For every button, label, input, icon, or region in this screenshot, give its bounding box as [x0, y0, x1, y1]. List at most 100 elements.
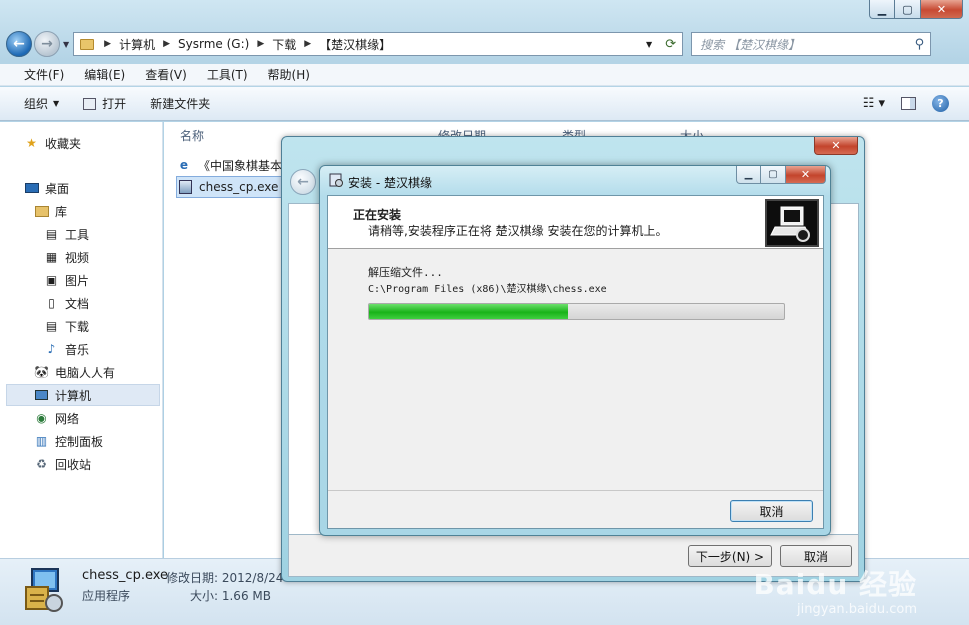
file-name: 《中国象棋基本	[198, 158, 283, 173]
menu-bar: 文件(F) 编辑(E) 查看(V) 工具(T) 帮助(H)	[0, 64, 969, 86]
baidu-watermark: Baidu 经验	[753, 568, 917, 601]
installer-title: 安装 - 楚汉棋缘	[348, 176, 432, 190]
control-panel-icon: ▥	[35, 434, 48, 448]
install-progress-bar	[368, 303, 785, 320]
picture-icon: ▣	[45, 273, 58, 287]
menu-file[interactable]: 文件(F)	[24, 66, 64, 83]
preview-pane-icon[interactable]	[901, 97, 916, 110]
details-filename: chess_cp.exe	[82, 568, 169, 583]
menu-edit[interactable]: 编辑(E)	[84, 66, 125, 83]
nav-favorites[interactable]: ★ 收藏夹	[24, 132, 184, 154]
installer-close-button[interactable]: ✕	[786, 166, 826, 184]
installer-logo	[765, 199, 819, 247]
installer-divider	[328, 490, 823, 491]
installer-maximize-button[interactable]: ▢	[761, 166, 786, 184]
breadcrumb-downloads[interactable]: 下载	[272, 36, 296, 53]
file-row-selected[interactable]: chess_cp.exe	[176, 176, 286, 198]
breadcrumb-separator-icon[interactable]: ▶	[257, 39, 264, 49]
installer-cancel-button[interactable]: 取消	[730, 500, 813, 522]
installer-dialog: 安装 - 楚汉棋缘 ▁ ▢ ✕ 正在安装 请稍等,安装程序正在将 楚汉棋缘 安装…	[319, 165, 831, 536]
address-bar[interactable]: ▶ 计算机 ▶ Sysrme (G:) ▶ 下载 ▶ 【楚汉棋缘】 ▼ ⟳	[73, 32, 684, 56]
chevron-down-icon: ▼	[53, 99, 60, 108]
search-icon[interactable]: ⚲	[915, 37, 925, 52]
nav-computer-label: 计算机	[55, 388, 92, 403]
breadcrumb-drive[interactable]: Sysrme (G:)	[178, 37, 249, 51]
nav-desktop[interactable]: 桌面	[24, 177, 184, 199]
maximize-button[interactable]: ▢	[895, 0, 921, 19]
open-button[interactable]: 打开	[83, 95, 126, 112]
history-dropdown-icon[interactable]: ▼	[63, 40, 69, 49]
new-folder-button[interactable]: 新建文件夹	[150, 95, 210, 112]
menu-help[interactable]: 帮助(H)	[268, 66, 310, 83]
installer-icon	[177, 179, 193, 195]
library-icon	[34, 204, 49, 218]
forward-button[interactable]: →	[34, 31, 60, 57]
network-icon: ◉	[36, 411, 47, 425]
nav-computer[interactable]: 计算机	[6, 384, 160, 406]
panda-user-icon: 🐼	[34, 365, 49, 379]
address-row: ← → ▼ ▶ 计算机 ▶ Sysrme (G:) ▶ 下载 ▶ 【楚汉棋缘】 …	[6, 30, 963, 58]
file-row[interactable]: e 《中国象棋基本	[176, 154, 282, 176]
menu-tools[interactable]: 工具(T)	[207, 66, 248, 83]
organize-label: 组织	[24, 97, 49, 111]
install-progress-fill	[369, 304, 569, 319]
folder-icon	[80, 38, 95, 50]
nav-network-label: 网络	[55, 411, 80, 426]
navigation-pane: ★ 收藏夹 桌面 库 ▤ 工具 ▦ 视频 ▣ 图片 ▯ 文档 ▤ 下载 ♪ 音乐…	[0, 122, 163, 558]
column-name[interactable]: 名称	[180, 127, 204, 144]
nav-videos-label: 视频	[65, 250, 90, 265]
nav-control-panel-label: 控制面板	[55, 434, 104, 449]
command-toolbar: 组织 ▼ 打开 新建文件夹 ☷ ▾ ?	[0, 87, 969, 121]
menu-view[interactable]: 查看(V)	[145, 66, 187, 83]
new-folder-label: 新建文件夹	[150, 97, 211, 111]
nav-music-label: 音乐	[65, 342, 90, 357]
back-button[interactable]: ←	[6, 31, 32, 57]
download-folder-icon: ▤	[45, 319, 58, 333]
installer-header: 正在安装 请稍等,安装程序正在将 楚汉棋缘 安装在您的计算机上。	[328, 196, 823, 249]
internet-explorer-icon: e	[179, 158, 189, 172]
computer-icon	[34, 388, 49, 402]
outer-back-button[interactable]: ←	[290, 169, 316, 195]
address-dropdown-icon[interactable]: ▼	[646, 40, 652, 49]
installer-body: 解压缩文件... C:\Program Files (x86)\楚汉棋缘\che…	[328, 250, 823, 490]
window-controls: ▁ ▢ ✕	[869, 0, 963, 19]
installer-minimize-button[interactable]: ▁	[736, 166, 761, 184]
nav-pictures-label: 图片	[65, 273, 90, 288]
outer-close-button[interactable]: ✕	[814, 137, 858, 155]
document-icon: ▯	[48, 296, 55, 310]
close-button[interactable]: ✕	[921, 0, 963, 19]
nav-desktop-label: 桌面	[45, 181, 70, 196]
open-label: 打开	[102, 97, 127, 111]
baidu-watermark-url: jingyan.baidu.com	[797, 602, 917, 617]
search-input[interactable]: 搜索 【楚汉棋缘】 ⚲	[691, 32, 932, 56]
nav-downloads-label: 下载	[65, 319, 90, 334]
nav-favorites-label: 收藏夹	[45, 136, 82, 151]
installer-window-controls: ▁ ▢ ✕	[736, 166, 826, 184]
search-placeholder: 搜索 【楚汉棋缘】	[700, 37, 800, 52]
help-icon[interactable]: ?	[932, 95, 949, 112]
breadcrumb-current-folder[interactable]: 【楚汉棋缘】	[319, 36, 391, 53]
film-icon: ▦	[45, 250, 58, 264]
recycle-bin-icon: ♻	[36, 457, 47, 471]
organize-button[interactable]: 组织 ▼	[24, 95, 59, 112]
app-window-icon	[83, 97, 97, 110]
installer-content: 正在安装 请稍等,安装程序正在将 楚汉棋缘 安装在您的计算机上。 解压缩文件..…	[327, 195, 824, 529]
refresh-icon[interactable]: ⟳	[665, 37, 676, 52]
current-file-path: C:\Program Files (x86)\楚汉棋缘\chess.exe	[368, 284, 607, 295]
installer-heading: 正在安装	[353, 208, 402, 222]
breadcrumb-separator-icon[interactable]: ▶	[163, 39, 170, 49]
nav-recycle-label: 回收站	[55, 457, 92, 472]
details-modified: 修改日期: 2012/8/24	[166, 571, 284, 585]
view-options-icon[interactable]: ☷ ▾	[863, 96, 885, 111]
details-size: 大小: 1.66 MB	[190, 589, 271, 603]
installer-subheading: 请稍等,安装程序正在将 楚汉棋缘 安装在您的计算机上。	[368, 224, 668, 238]
music-note-icon: ♪	[47, 342, 56, 356]
file-name: chess_cp.exe	[199, 180, 279, 194]
star-icon: ★	[26, 136, 37, 150]
breadcrumb-computer[interactable]: 计算机	[119, 36, 155, 53]
breadcrumb-separator-icon[interactable]: ▶	[304, 39, 311, 49]
minimize-button[interactable]: ▁	[869, 0, 895, 19]
desktop-icon	[24, 181, 39, 195]
breadcrumb-separator-icon[interactable]: ▶	[104, 39, 111, 49]
installer-title-icon	[329, 173, 343, 187]
